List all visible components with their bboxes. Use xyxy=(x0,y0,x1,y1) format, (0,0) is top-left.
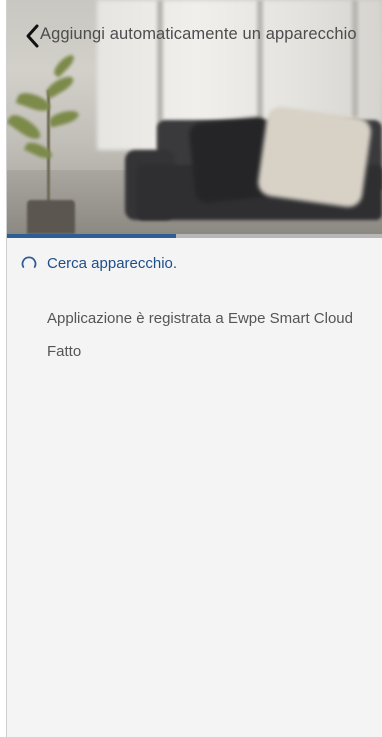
step-cloud-registration: Applicazione è registrata a Ewpe Smart C… xyxy=(7,307,382,337)
hero-cushion-light xyxy=(256,105,373,209)
header-bar: Aggiungi automaticamente un apparecchio xyxy=(7,18,382,54)
hero-plant-leaf xyxy=(51,52,77,78)
progress-bar xyxy=(7,234,382,238)
loading-spinner-icon xyxy=(21,256,37,272)
page-title: Aggiungi automaticamente un apparecchio xyxy=(40,25,357,43)
left-edge xyxy=(0,0,7,737)
screen: Aggiungi automaticamente un apparecchio … xyxy=(0,0,382,737)
step-label: Applicazione è registrata a Ewpe Smart C… xyxy=(47,310,353,327)
hero-plant-leaf xyxy=(7,110,44,144)
hero-plant-leaf xyxy=(47,108,81,128)
progress-bar-fill xyxy=(7,234,176,238)
hero-plant-pot xyxy=(27,200,75,234)
step-label: Fatto xyxy=(47,343,82,360)
hero-plant-leaf xyxy=(44,73,76,99)
step-search-device: Cerca apparecchio. xyxy=(7,252,382,282)
step-done: Fatto xyxy=(7,340,382,370)
steps-list: Cerca apparecchio. Applicazione è regist… xyxy=(7,252,382,373)
step-label: Cerca apparecchio. xyxy=(47,255,178,272)
